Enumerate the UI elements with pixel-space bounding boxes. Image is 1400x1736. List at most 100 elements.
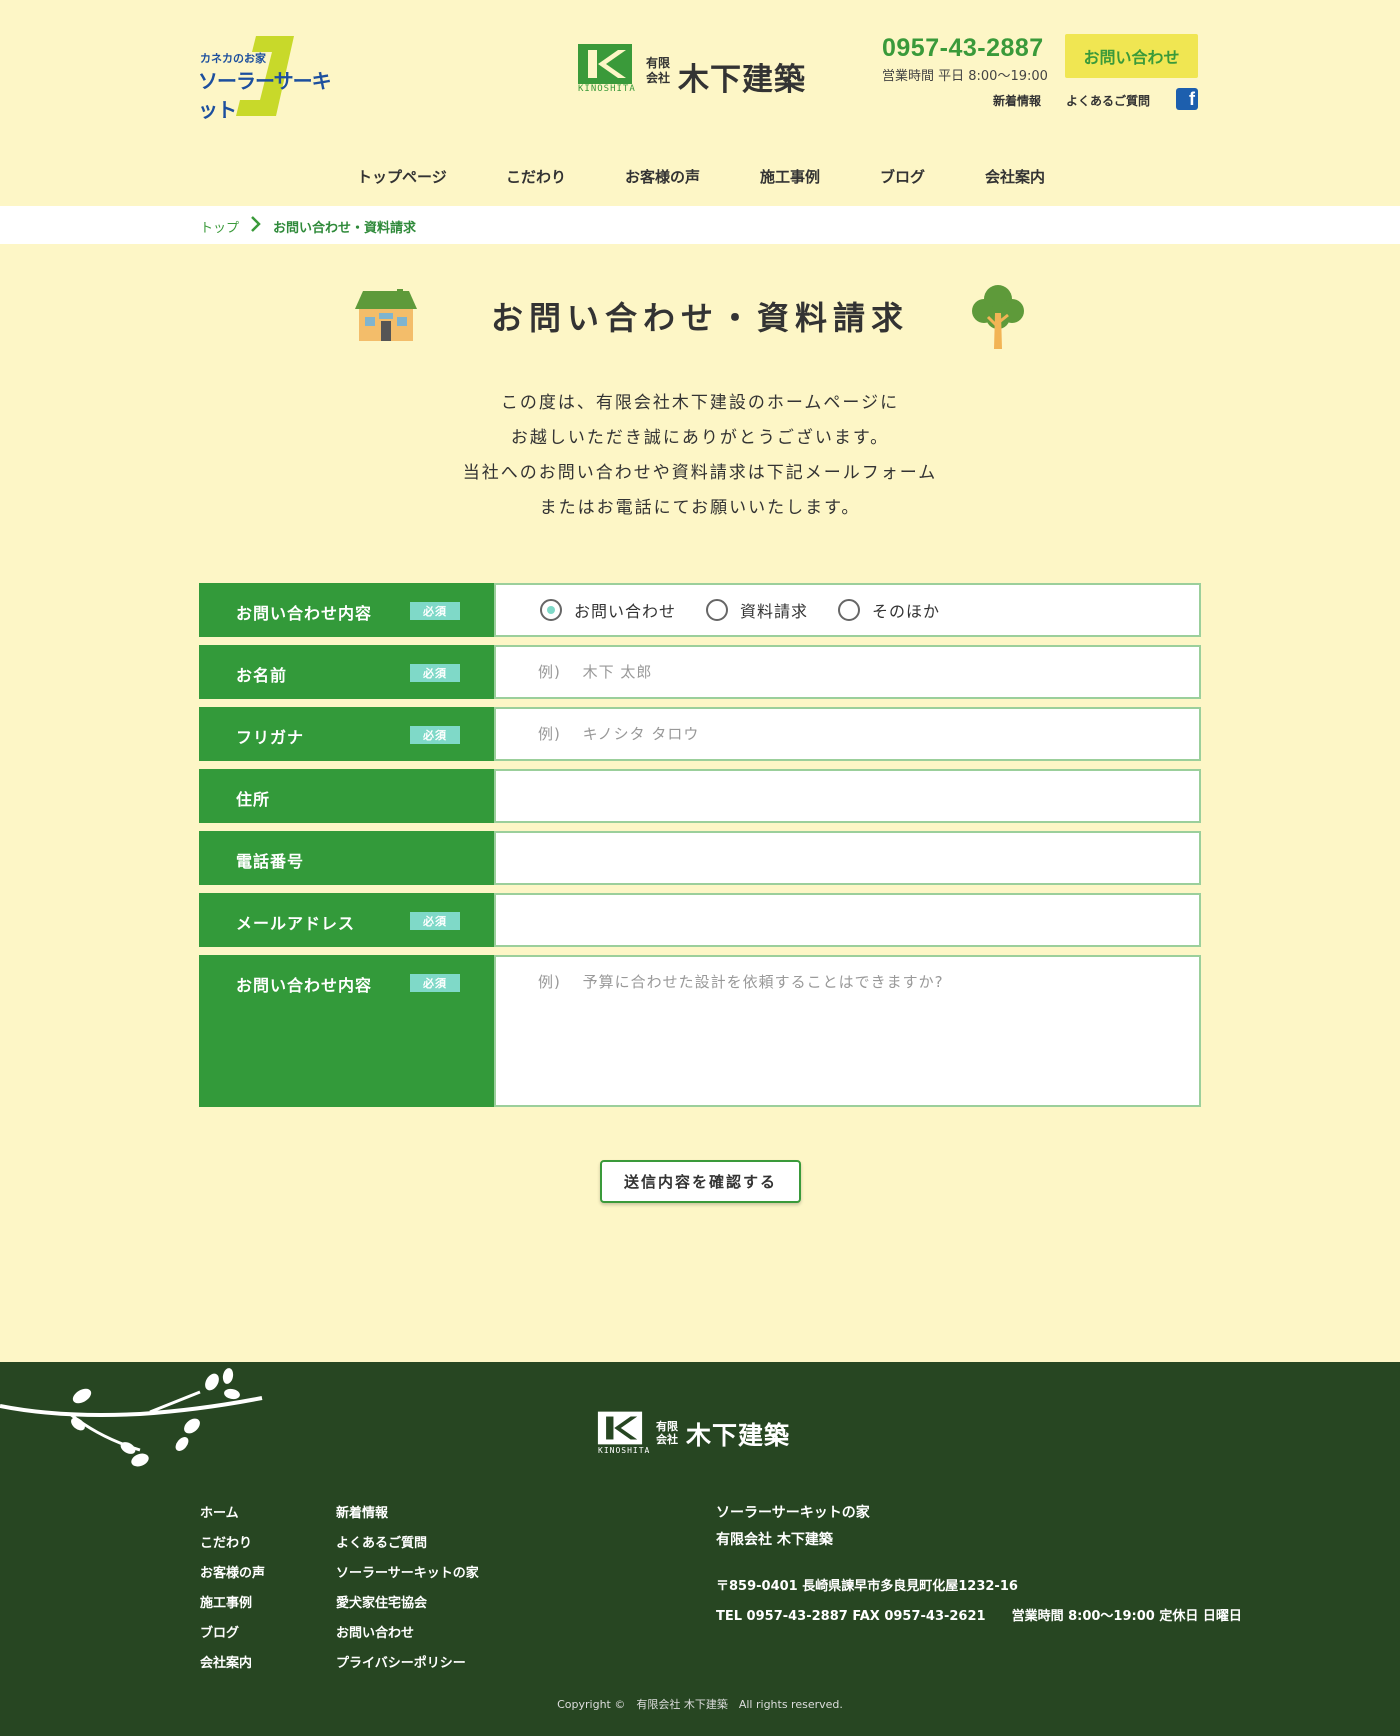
kana-field-wrap bbox=[494, 707, 1201, 761]
contact-form: お問い合わせ内容 必須 お問い合わせ 資料請求 そのほか お名前 必須 例) 木… bbox=[199, 583, 1201, 1115]
confirm-submit-button[interactable]: 送信内容を確認する bbox=[600, 1160, 801, 1203]
footer-link-kodawari[interactable]: こだわり bbox=[200, 1532, 265, 1562]
kinoshita-mark-icon: KINOSHITA bbox=[576, 42, 636, 96]
address-input[interactable] bbox=[496, 771, 1199, 821]
field-label-address: 住所 bbox=[199, 769, 494, 823]
form-row-type: お問い合わせ内容 必須 お問い合わせ 資料請求 そのほか bbox=[199, 583, 1201, 637]
radio-checked-icon[interactable] bbox=[540, 599, 562, 621]
nav-item-works[interactable]: 施工事例 bbox=[760, 166, 820, 187]
footer-brand-small-2: 会社 bbox=[656, 1433, 678, 1446]
brand-name: 木下建築 bbox=[678, 62, 807, 98]
label-text: フリガナ bbox=[236, 728, 305, 747]
nav-item-company[interactable]: 会社案内 bbox=[985, 166, 1045, 187]
nav-item-kodawari[interactable]: こだわり bbox=[506, 166, 566, 187]
required-badge: 必須 bbox=[410, 664, 460, 682]
form-row-name: お名前 必須 bbox=[199, 645, 1201, 699]
form-row-email: メールアドレス 必須 bbox=[199, 893, 1201, 947]
label-text: お問い合わせ内容 bbox=[236, 604, 373, 623]
kinoshita-logo[interactable]: KINOSHITA 有限 会社 木下建築 bbox=[576, 42, 806, 98]
nav-item-blog[interactable]: ブログ bbox=[880, 166, 925, 187]
kana-input[interactable] bbox=[496, 709, 1199, 759]
solar-logo-title: ソーラーサーキット bbox=[198, 69, 332, 122]
breadcrumb-top-link[interactable]: トップ bbox=[200, 217, 239, 236]
radio-label: そのほか bbox=[872, 602, 941, 621]
phone-input[interactable] bbox=[496, 833, 1199, 883]
inquiry-type-radio-group: お問い合わせ 資料請求 そのほか bbox=[496, 585, 1199, 635]
footer-brand-kino-text: KINOSHITA bbox=[598, 1446, 651, 1455]
footer-link-works[interactable]: 施工事例 bbox=[200, 1592, 265, 1622]
footer-link-dog-housing[interactable]: 愛犬家住宅協会 bbox=[336, 1592, 479, 1622]
footer-kinoshita-logo[interactable]: KINOSHITA 有限 会社 木下建築 bbox=[596, 1410, 790, 1456]
name-input[interactable] bbox=[496, 647, 1199, 697]
email-input[interactable] bbox=[496, 895, 1199, 945]
nav-item-voice[interactable]: お客様の声 bbox=[625, 166, 700, 187]
name-field-wrap bbox=[494, 645, 1201, 699]
kinoshita-mark-icon: KINOSHITA bbox=[596, 1410, 649, 1456]
required-badge: 必須 bbox=[410, 912, 460, 930]
nav-item-top[interactable]: トップページ bbox=[357, 166, 447, 187]
label-text: お名前 bbox=[236, 666, 288, 685]
intro-line-2: お越しいただき誠にありがとうございます。 bbox=[510, 428, 890, 448]
solar-logo-subtitle: カネカのお家 bbox=[200, 52, 266, 65]
brand-small-2: 会社 bbox=[646, 71, 671, 85]
footer-tel-line: TEL 0957-43-2887 FAX 0957-43-2621 営業時間 8… bbox=[716, 1609, 1242, 1624]
radio-other[interactable]: そのほか bbox=[838, 598, 940, 622]
footer-link-home[interactable]: ホーム bbox=[200, 1502, 265, 1532]
site-header: カネカのお家 ソーラーサーキット KINOSHITA 有限 会社 木下建築 09… bbox=[0, 0, 1400, 206]
footer-link-voice[interactable]: お客様の声 bbox=[200, 1562, 265, 1592]
breadcrumb: トップ お問い合わせ・資料請求 bbox=[0, 206, 1400, 244]
tree-icon bbox=[972, 285, 1024, 349]
intro-text: この度は、有限会社木下建設のホームページに お越しいただき誠にありがとうございま… bbox=[0, 386, 1400, 526]
solar-circuit-logo[interactable]: カネカのお家 ソーラーサーキット bbox=[196, 32, 336, 122]
brand-kino-text: KINOSHITA bbox=[578, 84, 636, 94]
intro-line-1: この度は、有限会社木下建設のホームページに bbox=[500, 393, 900, 413]
facebook-icon[interactable]: f bbox=[1176, 88, 1198, 110]
footer-link-blog[interactable]: ブログ bbox=[200, 1622, 265, 1652]
footer-company-info: ソーラーサーキットの家 有限会社 木下建築 〒859-0401 長崎県諫早市多良… bbox=[716, 1500, 1242, 1632]
footer-company-line-2: 有限会社 木下建築 bbox=[716, 1532, 833, 1548]
label-text: メールアドレス bbox=[236, 914, 356, 933]
site-footer: KINOSHITA 有限 会社 木下建築 ホーム こだわり お客様の声 施工事例… bbox=[0, 1362, 1400, 1736]
footer-address: 〒859-0401 長崎県諫早市多良見町化屋1232-16 bbox=[716, 1579, 1018, 1594]
intro-line-4: またはお電話にてお願いいたします。 bbox=[539, 498, 861, 518]
footer-link-faq[interactable]: よくあるご質問 bbox=[336, 1532, 479, 1562]
brand-small-1: 有限 bbox=[646, 56, 671, 70]
footer-link-news[interactable]: 新着情報 bbox=[336, 1502, 479, 1532]
global-nav: トップページ こだわり お客様の声 施工事例 ブログ 会社案内 bbox=[0, 166, 1400, 190]
footer-links-col-1: ホーム こだわり お客様の声 施工事例 ブログ 会社案内 bbox=[200, 1502, 265, 1682]
radio-inquiry[interactable]: お問い合わせ bbox=[540, 598, 676, 622]
message-textarea[interactable] bbox=[496, 957, 1199, 1105]
footer-brand-name: 木下建築 bbox=[686, 1421, 791, 1450]
footer-brand-small-1: 有限 bbox=[656, 1420, 678, 1433]
radio-unchecked-icon[interactable] bbox=[838, 599, 861, 621]
address-field-wrap bbox=[494, 769, 1201, 823]
footer-link-solar-house[interactable]: ソーラーサーキットの家 bbox=[336, 1562, 479, 1592]
required-badge: 必須 bbox=[410, 602, 460, 620]
util-news-link[interactable]: 新着情報 bbox=[993, 92, 1041, 109]
footer-link-contact[interactable]: お問い合わせ bbox=[336, 1622, 479, 1652]
branch-decoration-icon bbox=[0, 1368, 263, 1467]
label-text: 電話番号 bbox=[236, 852, 305, 871]
message-field-wrap bbox=[494, 955, 1201, 1107]
footer-link-privacy[interactable]: プライバシーポリシー bbox=[336, 1652, 479, 1682]
field-label-phone: 電話番号 bbox=[199, 831, 494, 885]
copyright: Copyright © 有限会社 木下建築 All rights reserve… bbox=[557, 1698, 843, 1711]
phone-field-wrap bbox=[494, 831, 1201, 885]
footer-brand-company-type: 有限 会社 bbox=[656, 1420, 678, 1446]
field-label-message: お問い合わせ内容 必須 bbox=[199, 955, 494, 1107]
util-faq-link[interactable]: よくあるご質問 bbox=[1066, 92, 1150, 109]
header-contact-button[interactable]: お問い合わせ bbox=[1065, 34, 1198, 78]
radio-unchecked-icon[interactable] bbox=[706, 599, 729, 621]
label-text: お問い合わせ内容 bbox=[236, 976, 373, 995]
form-row-message: お問い合わせ内容 必須 bbox=[199, 955, 1201, 1107]
form-row-kana: フリガナ 必須 bbox=[199, 707, 1201, 761]
breadcrumb-current: お問い合わせ・資料請求 bbox=[273, 221, 417, 236]
label-text: 住所 bbox=[236, 790, 271, 809]
required-badge: 必須 bbox=[410, 726, 460, 744]
footer-link-company[interactable]: 会社案内 bbox=[200, 1652, 265, 1682]
radio-label: お問い合わせ bbox=[574, 602, 677, 621]
required-badge: 必須 bbox=[410, 974, 460, 992]
form-row-phone: 電話番号 bbox=[199, 831, 1201, 885]
radio-document-request[interactable]: 資料請求 bbox=[706, 598, 808, 622]
form-row-address: 住所 bbox=[199, 769, 1201, 823]
